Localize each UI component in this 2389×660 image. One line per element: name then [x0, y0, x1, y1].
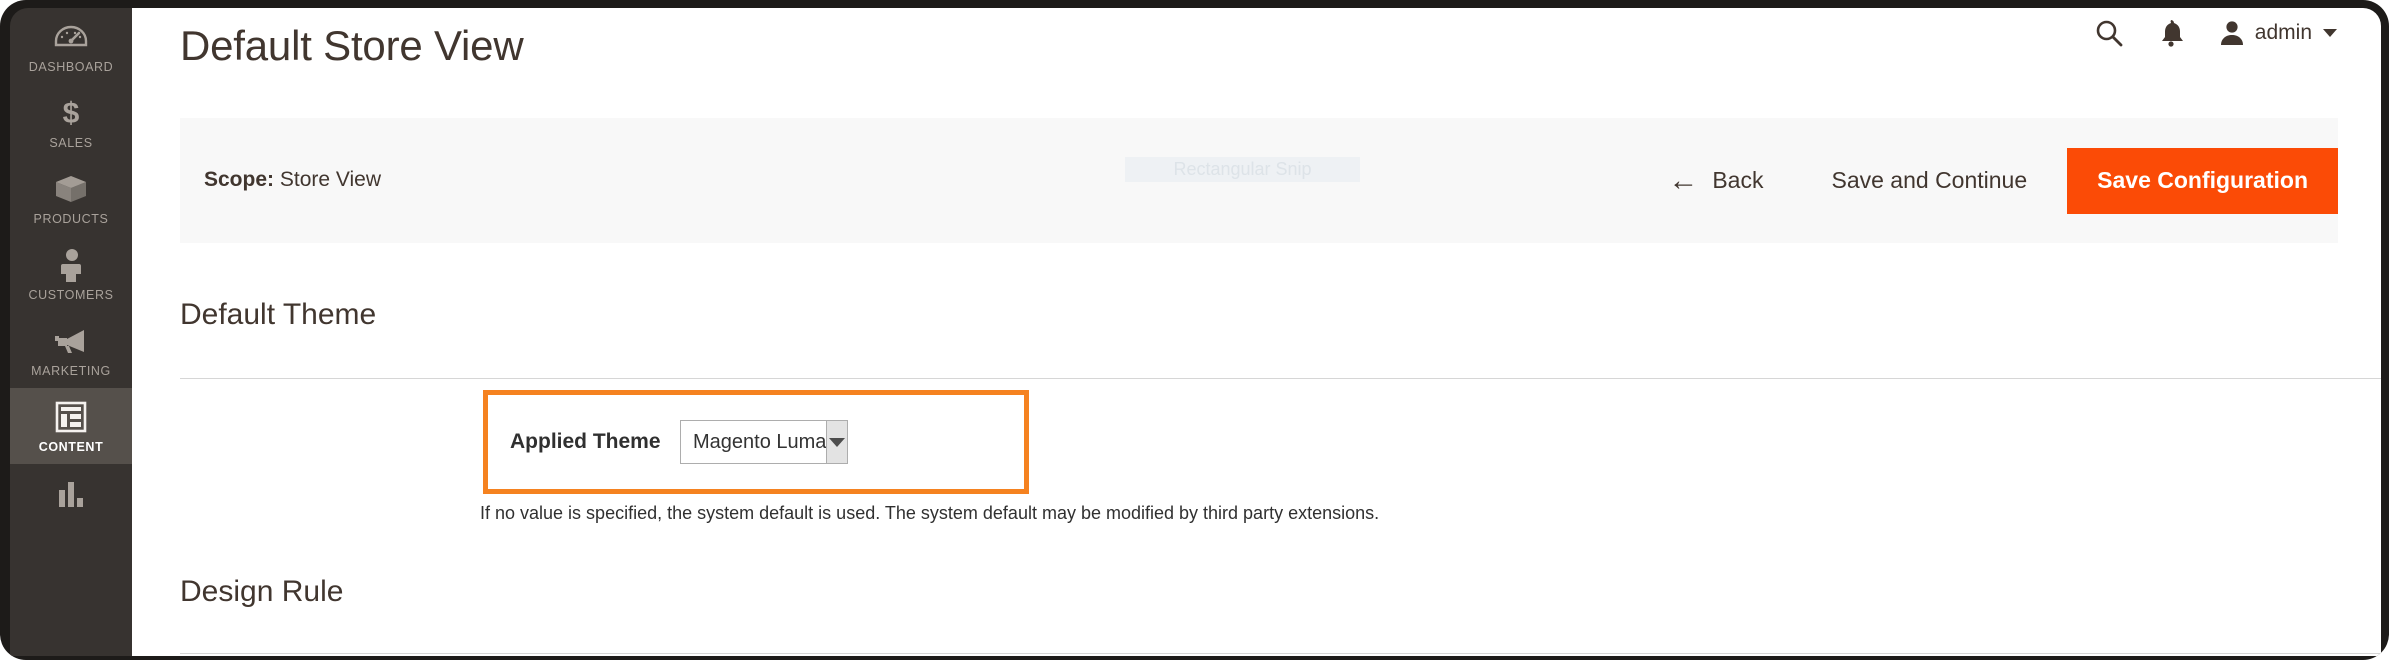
person-icon: [51, 246, 91, 284]
back-button-label: Back: [1712, 167, 1764, 193]
dashboard-gauge-icon: [51, 18, 91, 56]
sidebar-item-products[interactable]: PRODUCTS: [10, 160, 132, 236]
save-and-continue-button[interactable]: Save and Continue: [1791, 167, 2067, 194]
save-configuration-button[interactable]: Save Configuration: [2067, 147, 2338, 214]
scope-label: Scope:: [204, 168, 275, 191]
back-button[interactable]: ← Back: [1640, 163, 1791, 197]
sidebar-item-label: CUSTOMERS: [28, 288, 114, 302]
applied-theme-note: If no value is specified, the system def…: [480, 503, 1380, 523]
main-content: Default Store View admin Scope: Store Vi…: [132, 8, 2381, 656]
page-title: Default Store View: [180, 22, 524, 69]
box-icon: [51, 170, 91, 208]
snip-watermark: Rectangular Snip: [1125, 157, 1360, 182]
section-title-design-rule: Design Rule: [180, 575, 344, 608]
layout-panel-icon: [51, 398, 91, 436]
applied-theme-field: Applied Theme Magento Luma: [483, 390, 1029, 494]
scope-action-bar: Scope: Store View Rectangular Snip ← Bac…: [180, 118, 2338, 243]
admin-sidebar: DASHBOARD $ SALES PRODUCTS CUSTOMERS MAR…: [10, 8, 132, 656]
search-icon[interactable]: [2094, 18, 2124, 48]
page-header: Default Store View admin: [132, 8, 2381, 96]
scope-indicator[interactable]: Scope: Store View: [204, 168, 381, 192]
applied-theme-label: Applied Theme: [510, 430, 661, 453]
sidebar-item-marketing[interactable]: MARKETING: [10, 312, 132, 388]
megaphone-icon: [51, 322, 91, 360]
applied-theme-select[interactable]: Magento Luma: [680, 420, 848, 464]
applied-theme-select-value: Magento Luma: [693, 430, 827, 453]
bell-icon[interactable]: [2158, 18, 2184, 48]
page-actions: ← Back Save and Continue Save Configurat…: [1640, 118, 2338, 243]
sidebar-item-customers[interactable]: CUSTOMERS: [10, 236, 132, 312]
sidebar-item-dashboard[interactable]: DASHBOARD: [10, 8, 132, 84]
sidebar-item-label: MARKETING: [31, 364, 111, 378]
sidebar-item-label: SALES: [49, 136, 93, 150]
sidebar-item-content[interactable]: CONTENT: [10, 388, 132, 464]
section-title-default-theme: Default Theme: [180, 298, 377, 331]
dollar-sign-icon: $: [51, 94, 91, 132]
sidebar-item-label: DASHBOARD: [28, 60, 114, 74]
svg-text:$: $: [63, 97, 80, 130]
sidebar-item-sales[interactable]: $ SALES: [10, 84, 132, 160]
arrow-left-icon: ←: [1668, 163, 1699, 197]
triangle-down-icon: [826, 421, 847, 463]
sidebar-item-label: CONTENT: [38, 440, 104, 454]
sidebar-item-reports[interactable]: [10, 464, 132, 540]
sidebar-item-label: PRODUCTS: [33, 212, 109, 226]
app-window: DASHBOARD $ SALES PRODUCTS CUSTOMERS MAR…: [0, 0, 2389, 660]
chevron-down-icon: [2323, 29, 2337, 37]
admin-menu[interactable]: admin: [2218, 19, 2337, 47]
header-actions: admin: [2094, 18, 2337, 48]
section-divider-design-rule: [180, 653, 2381, 654]
admin-username: admin: [2254, 21, 2312, 44]
user-avatar-icon: [2218, 19, 2246, 47]
scope-value: Store View: [279, 168, 382, 191]
bar-chart-icon: [51, 474, 91, 512]
section-divider-default-theme: [180, 378, 2381, 379]
